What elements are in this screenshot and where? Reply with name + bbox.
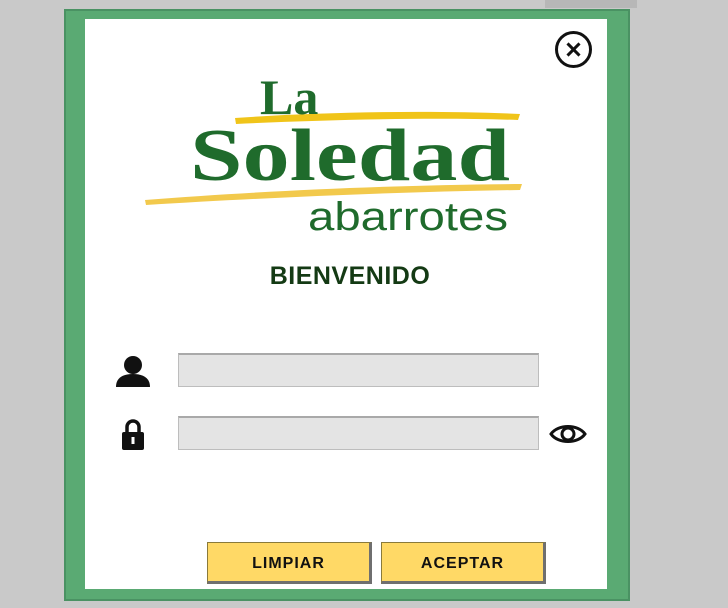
close-icon[interactable] [555, 31, 592, 68]
user-icon [116, 356, 150, 387]
logo-word-soledad: Soledad [190, 115, 510, 197]
password-input[interactable] [178, 416, 539, 450]
logo-word-abarrotes: abarrotes [308, 195, 508, 238]
background-strip [545, 0, 637, 8]
clear-button[interactable]: LIMPIAR [207, 542, 372, 584]
company-logo: La Soledad abarrotes [145, 69, 522, 238]
eye-icon[interactable] [549, 422, 587, 446]
welcome-heading: BIENVENIDO [269, 262, 431, 290]
lock-icon [122, 419, 144, 450]
accept-button[interactable]: ACEPTAR [381, 542, 546, 584]
username-input[interactable] [178, 353, 539, 387]
